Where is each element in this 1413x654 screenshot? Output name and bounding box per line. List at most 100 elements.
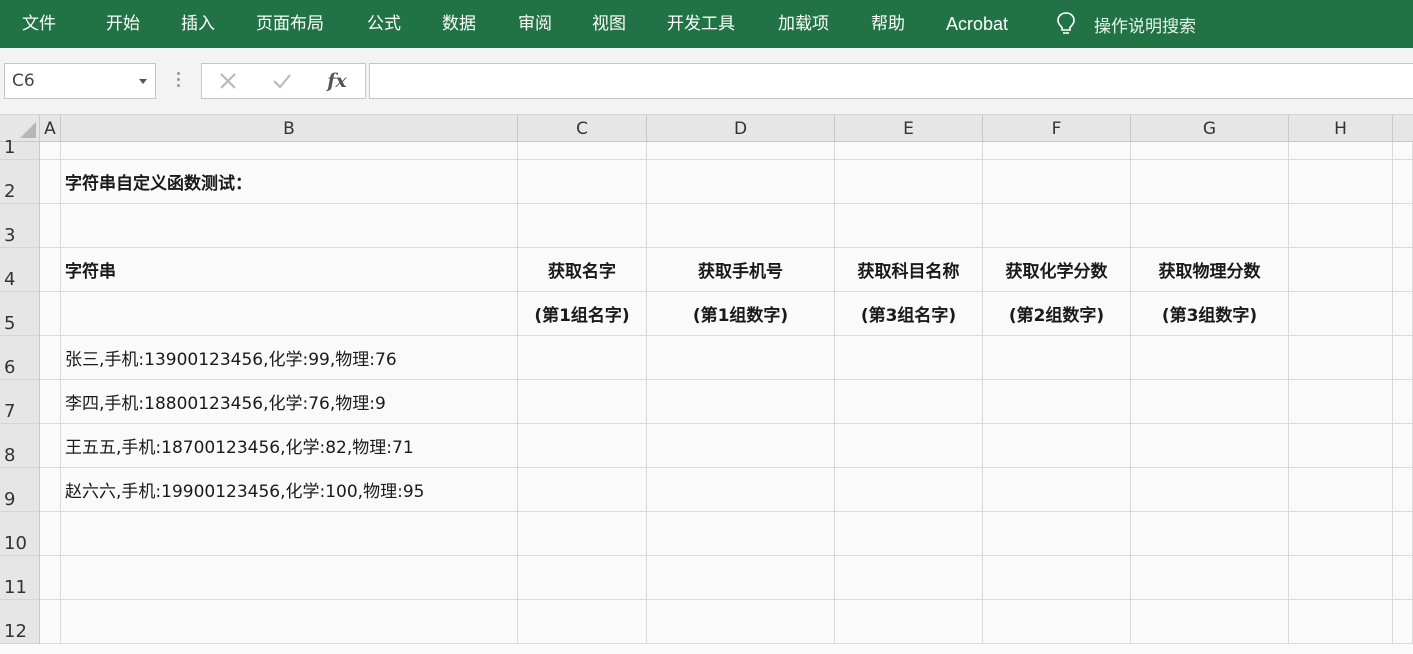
cell-d9[interactable]	[647, 468, 835, 512]
cell-e11[interactable]	[835, 556, 983, 600]
cell-a7[interactable]	[40, 380, 61, 424]
row-header-3[interactable]: 3	[0, 204, 40, 248]
cell-a12[interactable]	[40, 600, 61, 644]
cell-next1[interactable]	[1393, 142, 1413, 160]
cell-e10[interactable]	[835, 512, 983, 556]
cell-b8[interactable]: 王五五,手机:18700123456,化学:82,物理:71	[61, 424, 518, 468]
cell-e3[interactable]	[835, 204, 983, 248]
column-header-d[interactable]: D	[647, 115, 835, 142]
cell-b11[interactable]	[61, 556, 518, 600]
cell-c3[interactable]	[518, 204, 647, 248]
cell-next10[interactable]	[1393, 512, 1413, 556]
cell-c9[interactable]	[518, 468, 647, 512]
cell-e9[interactable]	[835, 468, 983, 512]
cell-d10[interactable]	[647, 512, 835, 556]
cell-f11[interactable]	[983, 556, 1131, 600]
cell-a10[interactable]	[40, 512, 61, 556]
cell-next9[interactable]	[1393, 468, 1413, 512]
insert-function-button[interactable]: fx	[317, 64, 357, 98]
cell-g7[interactable]	[1131, 380, 1289, 424]
cell-a11[interactable]	[40, 556, 61, 600]
cancel-icon[interactable]	[208, 64, 248, 98]
cell-a6[interactable]	[40, 336, 61, 380]
tab-acrobat[interactable]: Acrobat	[946, 0, 1008, 48]
cell-g6[interactable]	[1131, 336, 1289, 380]
cell-c2[interactable]	[518, 160, 647, 204]
cell-a4[interactable]	[40, 248, 61, 292]
cell-h8[interactable]	[1289, 424, 1393, 468]
cell-next5[interactable]	[1393, 292, 1413, 336]
cell-f12[interactable]	[983, 600, 1131, 644]
row-header-8[interactable]: 8	[0, 424, 40, 468]
cell-g10[interactable]	[1131, 512, 1289, 556]
cell-g1[interactable]	[1131, 142, 1289, 160]
column-header-b[interactable]: B	[61, 115, 518, 142]
cell-next4[interactable]	[1393, 248, 1413, 292]
column-header-next[interactable]	[1393, 115, 1413, 142]
name-box[interactable]: C6	[4, 63, 156, 99]
cell-e12[interactable]	[835, 600, 983, 644]
cell-e8[interactable]	[835, 424, 983, 468]
cell-b3[interactable]	[61, 204, 518, 248]
cell-d6[interactable]	[647, 336, 835, 380]
cell-h11[interactable]	[1289, 556, 1393, 600]
cell-c5[interactable]: (第1组名字)	[518, 292, 647, 336]
cell-f5[interactable]: (第2组数字)	[983, 292, 1131, 336]
cell-h10[interactable]	[1289, 512, 1393, 556]
cell-b7[interactable]: 李四,手机:18800123456,化学:76,物理:9	[61, 380, 518, 424]
cell-d8[interactable]	[647, 424, 835, 468]
cell-d7[interactable]	[647, 380, 835, 424]
cell-g3[interactable]	[1131, 204, 1289, 248]
cell-h4[interactable]	[1289, 248, 1393, 292]
chevron-down-icon[interactable]	[139, 79, 147, 84]
cell-a1[interactable]	[40, 142, 61, 160]
cell-d3[interactable]	[647, 204, 835, 248]
cell-next6[interactable]	[1393, 336, 1413, 380]
cell-a9[interactable]	[40, 468, 61, 512]
cell-f7[interactable]	[983, 380, 1131, 424]
cell-g2[interactable]	[1131, 160, 1289, 204]
cell-f10[interactable]	[983, 512, 1131, 556]
cell-next7[interactable]	[1393, 380, 1413, 424]
row-header-6[interactable]: 6	[0, 336, 40, 380]
formula-bar-splitter[interactable]	[173, 72, 183, 90]
cell-g8[interactable]	[1131, 424, 1289, 468]
tab-data[interactable]: 数据	[442, 0, 476, 48]
column-header-a[interactable]: A	[40, 115, 61, 142]
cell-b10[interactable]	[61, 512, 518, 556]
cell-next8[interactable]	[1393, 424, 1413, 468]
cell-c7[interactable]	[518, 380, 647, 424]
cell-b9[interactable]: 赵六六,手机:19900123456,化学:100,物理:95	[61, 468, 518, 512]
cell-b5[interactable]	[61, 292, 518, 336]
cell-c1[interactable]	[518, 142, 647, 160]
column-header-g[interactable]: G	[1131, 115, 1289, 142]
cell-b2[interactable]: 字符串自定义函数测试：	[61, 160, 518, 204]
cell-next12[interactable]	[1393, 600, 1413, 644]
cell-d2[interactable]	[647, 160, 835, 204]
cell-g9[interactable]	[1131, 468, 1289, 512]
cell-h1[interactable]	[1289, 142, 1393, 160]
cell-next3[interactable]	[1393, 204, 1413, 248]
column-header-f[interactable]: F	[983, 115, 1131, 142]
cell-c8[interactable]	[518, 424, 647, 468]
row-header-5[interactable]: 5	[0, 292, 40, 336]
cell-b1[interactable]	[61, 142, 518, 160]
row-header-12[interactable]: 12	[0, 600, 40, 644]
cell-a2[interactable]	[40, 160, 61, 204]
row-header-9[interactable]: 9	[0, 468, 40, 512]
cell-a5[interactable]	[40, 292, 61, 336]
cell-g4[interactable]: 获取物理分数	[1131, 248, 1289, 292]
cell-e6[interactable]	[835, 336, 983, 380]
cell-b12[interactable]	[61, 600, 518, 644]
cell-c12[interactable]	[518, 600, 647, 644]
cell-h12[interactable]	[1289, 600, 1393, 644]
cell-e5[interactable]: (第3组名字)	[835, 292, 983, 336]
cell-c11[interactable]	[518, 556, 647, 600]
row-header-10[interactable]: 10	[0, 512, 40, 556]
row-header-2[interactable]: 2	[0, 160, 40, 204]
cell-h9[interactable]	[1289, 468, 1393, 512]
tab-insert[interactable]: 插入	[181, 0, 215, 48]
cell-g5[interactable]: (第3组数字)	[1131, 292, 1289, 336]
cell-e4[interactable]: 获取科目名称	[835, 248, 983, 292]
cell-d1[interactable]	[647, 142, 835, 160]
